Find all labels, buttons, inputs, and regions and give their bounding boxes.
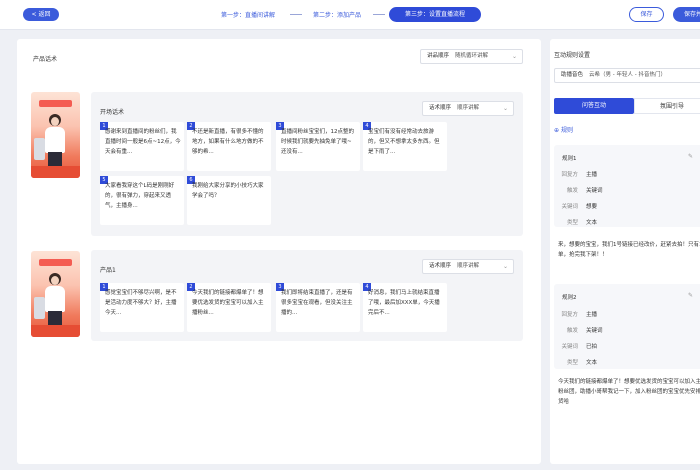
select-value: 顺序讲解 — [457, 263, 480, 269]
script-card[interactable]: 5 大家看我穿这个L码是刚刚好的，很有弹力，穿起来又透气，主播身... — [100, 176, 184, 225]
script-order-select[interactable]: 话术顺序 顺序讲解 ⌄ — [422, 101, 514, 116]
chevron-down-icon: ⌄ — [502, 105, 508, 112]
product-thumbnail — [31, 92, 80, 178]
rule-title: 规则1 — [562, 156, 577, 162]
script-card[interactable]: 2 今天我们的链接都爆单了！想要优选发货的宝宝可以加入主播粉丝... — [187, 283, 271, 332]
product-order-select[interactable]: 讲品顺序 随机循环讲解 ⌄ — [420, 49, 523, 64]
edit-icon[interactable]: ✎ — [688, 292, 693, 299]
top-bar: < 返回 第一步：直播间讲解 第二步：添加产品 第三步：设置直播流程 保存 保存… — [0, 0, 700, 30]
edit-icon[interactable]: ✎ — [688, 153, 693, 160]
script-card[interactable]: 4 宝宝们有没有经常动去旅游的，但又不想拿太多东西。但是下雨了... — [363, 122, 447, 171]
step-divider — [373, 14, 385, 15]
card-text: 我刚给大家分享的小技巧大家学会了吗？ — [192, 183, 264, 199]
card-text: 直播间粉丝宝宝们，12点整的时候我们就要先抽免单了哦~还没有... — [281, 129, 354, 155]
select-value: 顺序讲解 — [457, 105, 480, 111]
section-title: 产品1 — [100, 267, 116, 274]
card-text: 宝宝们有没有经常动去旅游的，但又不想拿太多东西。但是下雨了... — [368, 129, 440, 155]
select-label: 助播音色 — [561, 72, 584, 78]
script-section: 开场话术 话术顺序 顺序讲解 ⌄ 1 感谢来到直播间的粉丝们，我直播时间一般是6点… — [91, 92, 523, 236]
panel-title: 互动规则设置 — [554, 52, 591, 59]
add-rule-button[interactable]: ⊕ 规则 — [554, 125, 573, 134]
card-text: 不还是新直播，有很多不懂的地方，如果有什么地方做的不够的希... — [192, 129, 264, 155]
card-text: 感觉宝宝们不够尽兴啊，是不是活动力度不够大？好，主播今天... — [105, 290, 177, 316]
select-label: 话术顺序 — [429, 263, 452, 269]
script-card[interactable]: 4 好消息，我们马上就结束直播了哦，最后加XXX单，今天播完后不... — [363, 283, 447, 332]
card-text: 好消息，我们马上就结束直播了哦，最后加XXX单，今天播完后不... — [368, 290, 440, 316]
voice-select[interactable]: 助播音色 云希（男 - 年轻人 - 抖音热门） — [554, 68, 700, 83]
script-section: 产品1 话术顺序 顺序讲解 ⌄ 1 感觉宝宝们不够尽兴啊，是不是活动力度不够大？好… — [91, 250, 523, 341]
step-2-tab[interactable]: 第二步：添加产品 — [313, 10, 361, 19]
card-text: 感谢来到直播间的粉丝们，我直播时间一般是6点~12点，今天会有重... — [105, 129, 181, 155]
save-button[interactable]: 保存 — [629, 7, 664, 22]
step-3-tab[interactable]: 第三步：设置直播流程 — [389, 7, 481, 22]
interaction-rules-panel: 互动规则设置 助播音色 云希（男 - 年轻人 - 抖音热门） 问答互动 氛围引导 … — [550, 39, 700, 464]
chevron-down-icon: ⌄ — [502, 263, 508, 270]
panel-title: 产品话术 — [33, 56, 58, 63]
section-title: 开场话术 — [100, 109, 125, 116]
card-text: 我们即将结束直播了，还是有很多宝宝在观看，但没关注主播的... — [281, 290, 353, 316]
script-card[interactable]: 6 我刚给大家分享的小技巧大家学会了吗？ — [187, 176, 271, 225]
card-text: 今天我们的链接都爆单了！想要优选发货的宝宝可以加入主播粉丝... — [192, 290, 264, 316]
select-value: 随机循环讲解 — [455, 53, 489, 59]
script-card[interactable]: 2 不还是新直播，有很多不懂的地方，如果有什么地方做的不够的希... — [187, 122, 271, 171]
rule-reply-text: 来，想要的宝宝，我们1号链接已经改价，赶紧去拍！只有10单，抢完我下架！！ — [558, 242, 700, 258]
script-card[interactable]: 3 直播间粉丝宝宝们，12点整的时候我们就要先抽免单了哦~还没有... — [276, 122, 360, 171]
card-text: 大家看我穿这个L码是刚刚好的，很有弹力，穿起来又透气，主播身... — [105, 183, 175, 209]
script-card[interactable]: 3 我们即将结束直播了，还是有很多宝宝在观看，但没关注主播的... — [276, 283, 360, 332]
script-card[interactable]: 1 感觉宝宝们不够尽兴啊，是不是活动力度不够大？好，主播今天... — [100, 283, 184, 332]
rule-reply-text: 今天我们的链接都爆单了！想要优选发货的宝宝可以加入主播粉丝团，助播小哥帮我记一下… — [558, 379, 700, 405]
script-order-select[interactable]: 话术顺序 顺序讲解 ⌄ — [422, 259, 514, 274]
select-value: 云希（男 - 年轻人 - 抖音热门） — [589, 72, 666, 78]
back-button[interactable]: < 返回 — [23, 8, 59, 21]
tab-qa-interaction[interactable]: 问答互动 — [554, 98, 634, 114]
step-divider — [290, 14, 302, 15]
product-script-panel: 产品话术 讲品顺序 随机循环讲解 ⌄ 开场话术 话术顺序 顺序讲解 ⌄ 1 感谢来到… — [17, 39, 541, 464]
step-1-tab[interactable]: 第一步：直播间讲解 — [221, 10, 275, 19]
rule-card: 规则1 ✎ 回复方 主播 触发 关键词 关键词 想要 类型 文本 — [554, 145, 700, 227]
product-thumbnail — [31, 251, 80, 337]
rule-card: 规则2 ✎ 回复方 主播 触发 关键词 关键词 已拍 类型 文本 — [554, 284, 700, 369]
chevron-down-icon: ⌄ — [511, 53, 517, 60]
add-rule-label: 规则 — [560, 127, 573, 134]
script-card[interactable]: 1 感谢来到直播间的粉丝们，我直播时间一般是6点~12点，今天会有重... — [100, 122, 184, 171]
select-label: 话术顺序 — [429, 105, 452, 111]
plus-circle-icon: ⊕ — [554, 127, 560, 134]
rule-title: 规则2 — [562, 295, 577, 301]
select-label: 讲品顺序 — [427, 53, 450, 59]
save-next-button[interactable]: 保存并 — [673, 7, 700, 22]
tab-atmosphere-guide[interactable]: 氛围引导 — [634, 98, 700, 114]
